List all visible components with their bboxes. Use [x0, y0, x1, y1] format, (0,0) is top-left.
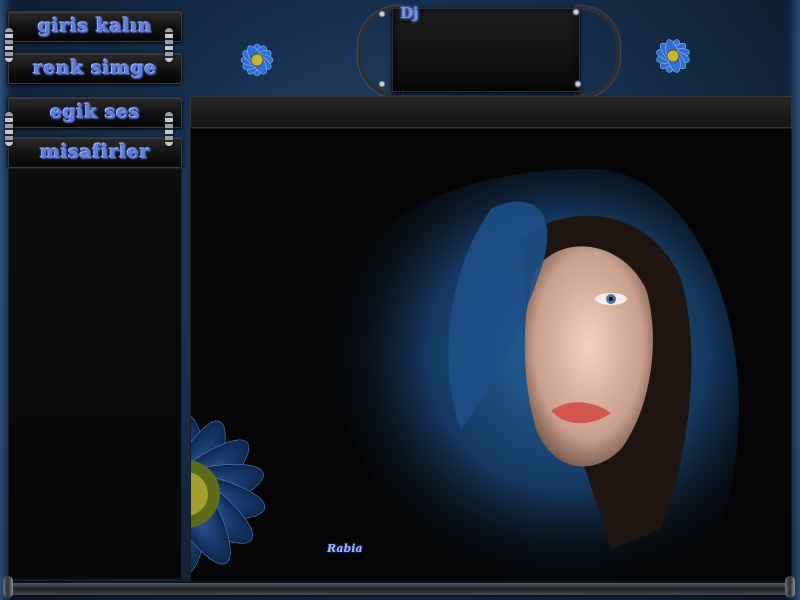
dj-label: Dj — [400, 4, 419, 22]
menu-button-egik-ses[interactable]: egik ses — [8, 97, 182, 128]
rivet-icon — [378, 80, 386, 88]
menu-button-label: misafirler — [39, 141, 151, 163]
woman-in-blue-veil-image — [191, 129, 791, 581]
main-content-area — [190, 128, 792, 582]
dj-panel — [392, 8, 580, 92]
rivet-icon — [378, 10, 386, 18]
menu-button-label: giris kalın — [37, 15, 153, 37]
menu-button-misafirler[interactable]: misafirler — [8, 137, 182, 168]
chain-ornament — [165, 28, 173, 62]
panel-arc-ornament — [576, 6, 620, 98]
chain-ornament — [5, 28, 13, 62]
horizontal-scrollbar[interactable] — [8, 583, 792, 595]
chain-ornament — [165, 112, 173, 146]
menu-button-renk-simge[interactable]: renk simge — [8, 53, 182, 84]
rivet-icon — [572, 8, 580, 16]
content-title-bar — [190, 96, 792, 128]
chain-ornament — [5, 112, 13, 146]
sidebar-panel — [8, 168, 182, 580]
scroll-right-handle[interactable] — [785, 576, 795, 598]
menu-button-giris-kalin[interactable]: giris kalın — [8, 11, 182, 42]
rivet-icon — [574, 80, 582, 88]
artist-signature: Rabia — [327, 542, 363, 555]
blue-flower-icon — [656, 39, 690, 73]
menu-button-label: renk simge — [32, 57, 158, 79]
menu-button-label: egik ses — [50, 101, 140, 123]
blue-flower-icon — [240, 43, 274, 77]
scroll-left-handle[interactable] — [3, 576, 13, 598]
